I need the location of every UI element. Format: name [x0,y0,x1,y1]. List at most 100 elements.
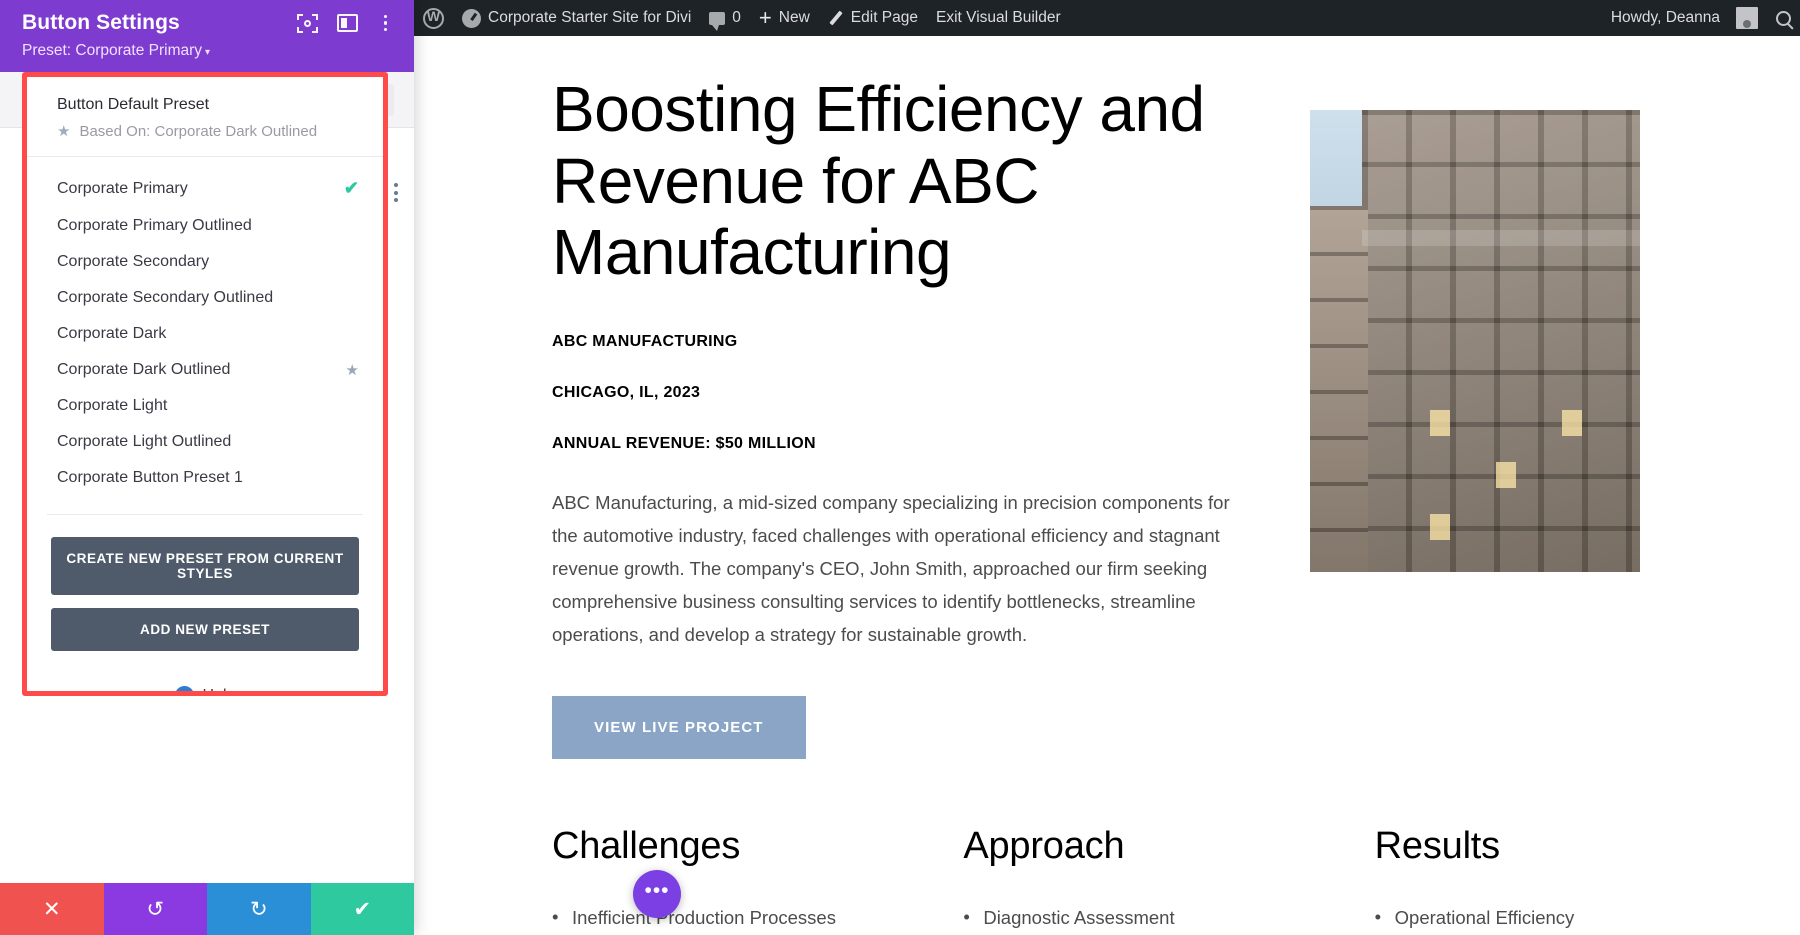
preset-actions: CREATE NEW PRESET FROM CURRENT STYLES AD… [27,515,383,668]
column-heading: Approach [963,824,1125,867]
new-label: New [778,9,810,26]
preset-item-corporate-secondary-outlined[interactable]: Corporate Secondary Outlined [27,280,383,316]
avatar [1736,7,1758,29]
pencil-icon [828,10,844,26]
star-icon[interactable]: ★ [346,363,359,378]
view-live-project-button[interactable]: VIEW LIVE PROJECT [552,695,806,759]
help-link[interactable]: ? Help [27,668,383,691]
column-heading: Results [1374,824,1501,867]
new-content-menu[interactable]: + New [750,0,819,36]
preset-item-corporate-button-preset-1[interactable]: Corporate Button Preset 1 [27,460,383,496]
based-on-row: ★ Based On: Corporate Dark Outlined [57,123,359,140]
preset-item-corporate-dark[interactable]: Corporate Dark [27,316,383,352]
preset-selector[interactable]: Preset: Corporate Primary ▾ [22,42,394,60]
site-name-menu[interactable]: Corporate Starter Site for Divi [453,0,700,36]
plus-icon: + [758,5,772,30]
office-building-photo [1310,110,1640,572]
list-item: Diagnostic Assessment [963,903,1328,933]
undo-icon: ↺ [146,897,165,921]
kebab-menu-icon[interactable] [377,13,395,34]
hero-section: Boosting Efficiency and Revenue for ABC … [414,73,1800,759]
admin-bar-right-group: Howdy, Deanna [1602,0,1800,36]
column-list: Inefficient Production Processes Outdate… [552,903,917,935]
preset-item-label: Corporate Dark Outlined [57,361,231,378]
column-challenges: Challenges Inefficient Production Proces… [552,825,917,935]
preset-item-label: Corporate Primary Outlined [57,217,252,234]
column-list: Operational Efficiency Revenue Growth Te… [1375,903,1740,935]
preset-dropdown: Button Default Preset ★ Based On: Corpor… [27,77,383,691]
body-paragraph: ABC Manufacturing, a mid-sized company s… [552,492,1230,645]
close-icon: ✕ [42,897,61,921]
edit-page-label: Edit Page [850,9,919,26]
preset-item-corporate-secondary[interactable]: Corporate Secondary [27,244,383,280]
preset-item-corporate-primary[interactable]: Corporate Primary ✔ [27,169,383,208]
default-preset-block: Button Default Preset ★ Based On: Corpor… [27,77,383,157]
hero-image-column [1310,74,1740,759]
preset-item-corporate-dark-outlined[interactable]: Corporate Dark Outlined ★ [27,352,383,388]
divi-builder-fab-button[interactable]: ••• [633,870,681,918]
cancel-button[interactable]: ✕ [0,883,104,935]
layout-panel-icon[interactable] [336,14,358,32]
add-new-preset-button[interactable]: ADD NEW PRESET [51,608,359,651]
comments-menu[interactable]: 0 [700,0,750,36]
preset-item-corporate-light-outlined[interactable]: Corporate Light Outlined [27,424,383,460]
comment-bubble-icon [709,11,726,31]
chevron-down-icon: ▾ [205,47,211,58]
panel-footer-actions: ✕ ↺ ↻ ✔ [0,883,414,935]
meta-revenue: ANNUAL REVENUE: $50 MILLION [552,435,816,453]
meta-company: ABC MANUFACTURING [552,333,738,351]
question-mark-icon: ? [174,686,194,691]
help-label: Help [203,687,236,692]
admin-search-button[interactable] [1767,0,1800,36]
wp-admin-bar: Corporate Starter Site for Divi 0 + New … [414,0,1800,36]
preset-label: Preset: Corporate Primary [22,42,203,59]
redo-button[interactable]: ↻ [207,883,311,935]
star-icon: ★ [57,123,71,140]
three-column-section: Challenges Inefficient Production Proces… [414,825,1800,935]
redo-icon: ↻ [249,897,268,921]
preset-item-label: Corporate Light [57,397,168,414]
site-name-label: Corporate Starter Site for Divi [488,9,692,26]
search-icon [1776,10,1791,26]
comments-count: 0 [732,9,741,26]
default-preset-title: Button Default Preset [57,96,210,113]
my-account-menu[interactable]: Howdy, Deanna [1602,0,1767,36]
check-icon: ✔ [343,178,359,198]
wp-logo-menu[interactable] [414,0,453,36]
based-on-label: Based On: Corporate Dark Outlined [79,123,318,140]
preset-item-label: Corporate Light Outlined [57,433,232,450]
preset-item-label: Corporate Secondary Outlined [57,289,274,306]
project-meta-list: ABC MANUFACTURING CHICAGO, IL, 2023 ANNU… [552,333,1252,453]
exit-visual-builder-link[interactable]: Exit Visual Builder [927,0,1070,36]
check-icon: ✔ [353,897,372,921]
preset-dropdown-highlight: Button Default Preset ★ Based On: Corpor… [22,72,388,696]
edit-page-link[interactable]: Edit Page [819,0,927,36]
panel-header: Button Settings Preset: Corporate Primar… [0,0,414,72]
focus-target-icon[interactable] [296,13,318,33]
preset-item-corporate-light[interactable]: Corporate Light [27,388,383,424]
howdy-label: Howdy, Deanna [1610,9,1720,26]
preset-item-label: Corporate Primary [57,179,188,197]
panel-title: Button Settings [22,11,180,34]
hero-text-column: Boosting Efficiency and Revenue for ABC … [552,73,1252,759]
meta-location: CHICAGO, IL, 2023 [552,384,701,402]
preset-row-kebab-menu-icon[interactable] [394,183,398,202]
column-heading: Challenges [552,824,741,867]
list-item: Inefficient Production Processes [552,903,917,933]
dashboard-gauge-icon [462,8,481,28]
exit-builder-label: Exit Visual Builder [936,9,1061,26]
save-button[interactable]: ✔ [310,883,414,935]
panel-header-icons [296,13,395,34]
column-approach: Approach Diagnostic Assessment Process O… [963,825,1328,935]
preset-item-label: Corporate Secondary [57,253,210,270]
create-new-preset-from-current-styles-button[interactable]: CREATE NEW PRESET FROM CURRENT STYLES [51,537,359,595]
preset-item-label: Corporate Button Preset 1 [57,469,243,486]
wordpress-logo-icon [423,6,444,29]
preset-item-corporate-primary-outlined[interactable]: Corporate Primary Outlined [27,208,383,244]
preset-item-label: Corporate Dark [57,325,167,342]
column-results: Results Operational Efficiency Revenue G… [1375,825,1740,935]
undo-button[interactable]: ↺ [103,883,207,935]
page-title: Boosting Efficiency and Revenue for ABC … [552,73,1205,289]
list-item: Operational Efficiency [1375,903,1740,933]
visual-builder-canvas: Boosting Efficiency and Revenue for ABC … [414,36,1800,935]
